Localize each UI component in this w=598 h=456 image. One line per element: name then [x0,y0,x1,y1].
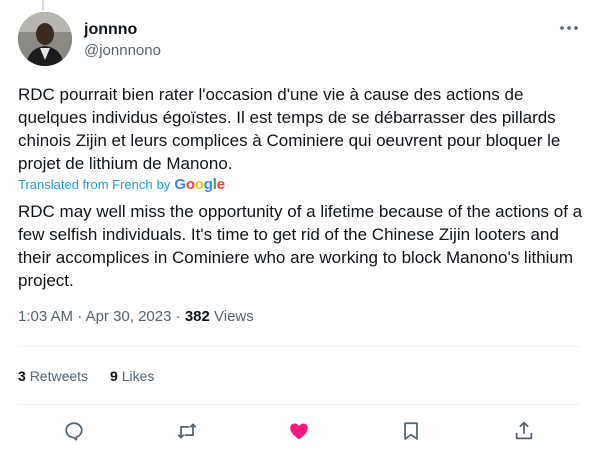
tweet-date[interactable]: Apr 30, 2023 [86,308,172,325]
bookmark-button[interactable] [392,412,430,450]
translated-from-label: Translated from French [18,176,153,192]
google-logo: Google [174,175,225,193]
likes-stat[interactable]: 9 Likes [110,366,154,386]
views-label: Views [214,308,254,325]
likes-label: Likes [121,368,155,384]
likes-count: 9 [110,368,118,384]
tweet-time[interactable]: 1:03 AM [18,308,73,325]
avatar-photo [18,12,72,66]
more-dots-icon [560,26,578,30]
divider [18,404,580,405]
reply-button[interactable] [55,412,93,450]
tweet-meta: 1:03 AM · Apr 30, 2023 · 382 Views [18,307,254,327]
views-count: 382 [184,308,210,325]
retweet-button[interactable] [168,412,206,450]
like-button[interactable] [280,412,318,450]
retweets-label: Retweets [29,368,89,384]
tweet-text: RDC pourrait bien rater l'occasion d'une… [18,85,561,173]
heart-icon [290,423,308,440]
tweet-header: jonnno @jonnnono [18,12,580,68]
meta-separator: · [175,308,181,325]
retweet-icon [177,423,196,439]
translation-attribution[interactable]: Translated from French by Google [18,175,225,193]
share-button[interactable] [505,412,543,450]
translated-by-label: by [156,176,171,192]
bookmark-icon [404,422,419,440]
more-options-button[interactable] [558,20,580,36]
tweet-actions [18,412,580,450]
retweets-stat[interactable]: 3 Retweets [18,366,88,386]
reply-icon [65,422,83,441]
translated-text: RDC may well miss the opportunity of a l… [18,202,583,290]
thread-connector-line [42,0,44,10]
tweet-stats: 3 Retweets 9 Likes [18,366,154,386]
user-names: jonnno @jonnnono [84,20,161,61]
divider [18,346,580,347]
share-icon [515,421,532,440]
user-handle[interactable]: @jonnnono [84,41,161,61]
retweets-count: 3 [18,368,26,384]
avatar[interactable] [18,12,72,66]
display-name[interactable]: jonnno [84,20,161,40]
meta-separator: · [77,308,83,325]
